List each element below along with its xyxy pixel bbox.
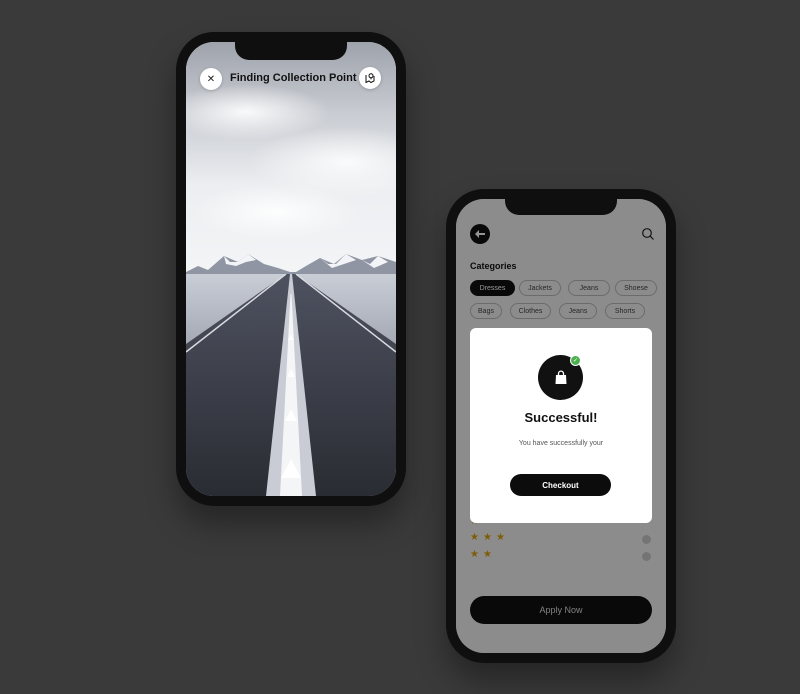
close-icon: ✕ [206,73,216,85]
navigation-screen: ✕ Finding Collection Point [186,42,396,496]
phone-filter: Categories Dresses Jackets Jeans Shoese … [446,189,676,663]
modal-message: You have successfully your [518,440,604,447]
direction-arrows [281,334,301,478]
check-icon: ✓ [570,355,581,366]
page-title: Finding Collection Point [230,72,357,84]
phone-notch [235,42,347,60]
filter-screen: Categories Dresses Jackets Jeans Shoese … [456,199,666,653]
shopping-bag-icon [555,369,566,384]
phone-notch [505,199,617,215]
close-button[interactable]: ✕ [200,68,222,90]
map-pin-icon [365,73,375,84]
success-modal: ✓ Successful! You have successfully your… [470,328,652,523]
map-button[interactable] [359,67,381,89]
modal-title: Successful! [524,410,598,425]
checkout-button[interactable]: Checkout [510,474,611,496]
phone-navigation: ✕ Finding Collection Point [176,32,406,506]
